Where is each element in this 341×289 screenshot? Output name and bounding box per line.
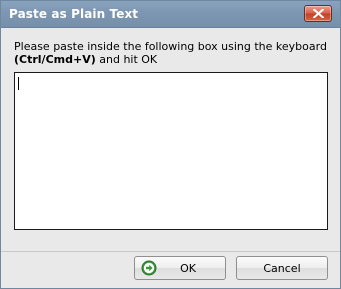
cancel-button-label: Cancel	[263, 262, 301, 275]
instructions-line-1: Please paste inside the following box us…	[14, 40, 327, 53]
cancel-button[interactable]: Cancel	[236, 256, 328, 280]
title-bar[interactable]: Paste as Plain Text	[1, 1, 340, 28]
dialog-title: Paste as Plain Text	[9, 7, 139, 21]
text-caret	[18, 77, 19, 90]
instructions-text: Please paste inside the following box us…	[14, 40, 332, 66]
ok-button[interactable]: OK	[134, 256, 226, 280]
paste-plain-text-dialog: Paste as Plain Text Please paste inside …	[0, 0, 341, 289]
paste-text-area[interactable]	[14, 72, 328, 230]
close-x-icon	[313, 9, 324, 18]
instructions-shortcut: (Ctrl/Cmd+V)	[14, 53, 96, 66]
close-button[interactable]	[304, 5, 332, 22]
instructions-line-2: and hit OK	[95, 53, 158, 66]
ok-button-label: OK	[180, 262, 196, 275]
dialog-footer: OK Cancel	[1, 252, 340, 288]
dialog-content: Please paste inside the following box us…	[1, 28, 340, 251]
